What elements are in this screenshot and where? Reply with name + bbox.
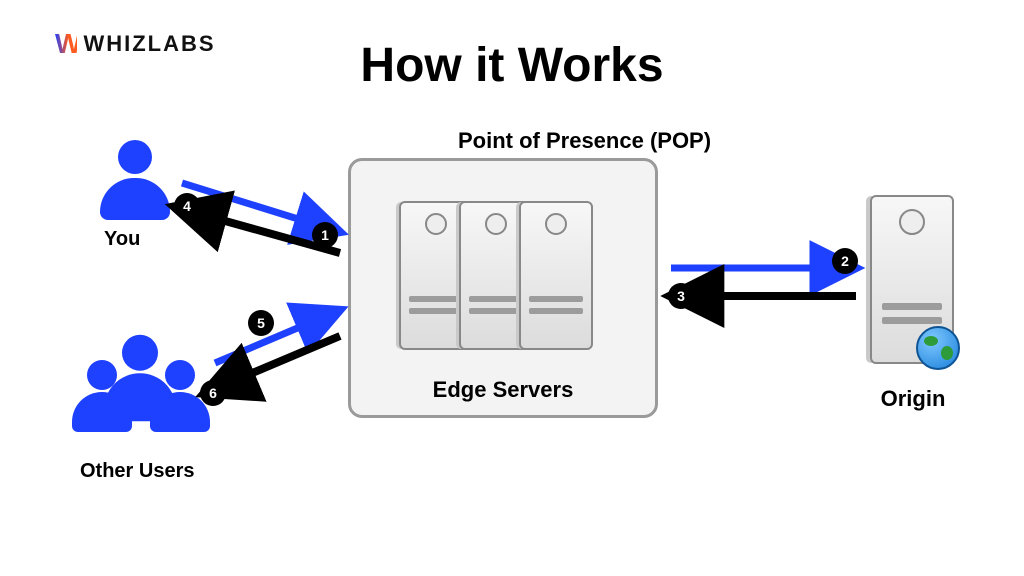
pop-caption: Edge Servers [351,377,655,403]
edge-servers-icon [413,201,593,350]
user-you-icon [100,140,170,220]
brand-name: WHIZLABS [83,31,215,57]
step-badge-2: 2 [832,248,858,274]
others-label: Other Users [80,460,195,483]
user-others-icon [72,342,212,452]
step-badge-4: 4 [174,193,200,219]
page-title: How it Works [360,38,663,93]
globe-icon [916,326,960,370]
pop-heading: Point of Presence (POP) [458,128,711,154]
brand-mark-icon: W [55,28,77,60]
pop-box: Edge Servers [348,158,658,418]
step-badge-1: 1 [312,222,338,248]
origin-label: Origin [868,386,958,412]
origin-server-icon [870,195,954,364]
arrow-step-6 [205,336,340,393]
step-badge-3: 3 [668,283,694,309]
step-badge-5: 5 [248,310,274,336]
you-label: You [104,228,140,251]
brand-logo: W WHIZLABS [55,28,216,60]
step-badge-6: 6 [200,380,226,406]
arrow-step-5 [215,310,340,363]
